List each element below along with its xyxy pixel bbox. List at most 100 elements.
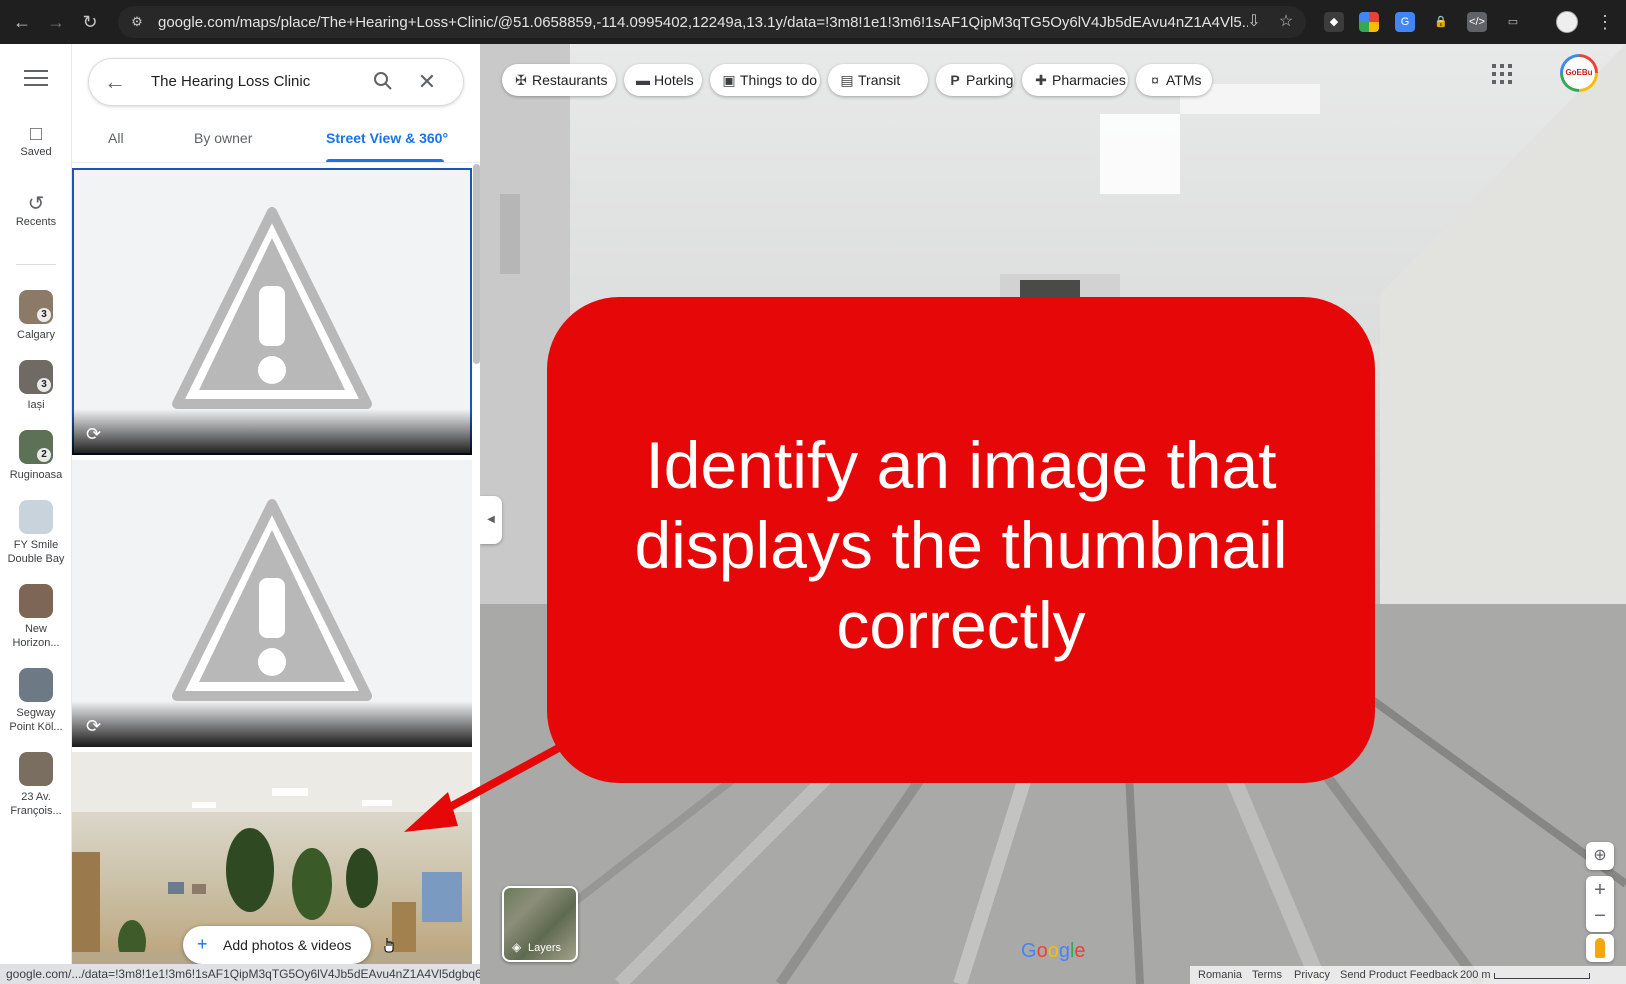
tabs-divider (72, 162, 480, 163)
recent-label: FY Smile Double Bay (7, 539, 65, 565)
hand-cursor-icon (384, 938, 394, 953)
chip-atms[interactable]: ¤ ATMs (1136, 64, 1212, 96)
recent-count-badge: 2 (37, 448, 51, 462)
search-input[interactable]: The Hearing Loss Clinic (151, 73, 310, 90)
devtools-extension-icon[interactable]: </> (1467, 12, 1487, 32)
extension-shield-icon[interactable]: ◆ (1324, 12, 1344, 32)
extensions-puzzle-icon[interactable]: ▭ (1503, 12, 1523, 32)
browser-profile-avatar[interactable] (1556, 11, 1578, 33)
menu-icon[interactable] (24, 70, 48, 88)
atm-icon: ¤ (1151, 72, 1159, 88)
side-panel: ← The Hearing Loss Clinic ✕ All By owner… (72, 44, 480, 984)
site-settings-icon[interactable]: ⚙ (128, 13, 146, 31)
search-icon[interactable] (371, 71, 395, 95)
recent-item[interactable]: 3 Calgary (0, 290, 72, 342)
chip-restaurants[interactable]: ✠ Restaurants (502, 64, 616, 96)
panel-scrollbar[interactable] (473, 164, 480, 364)
recents-button[interactable]: ↺ Recents (0, 192, 72, 228)
saved-button[interactable]: □ Saved (0, 122, 72, 158)
recent-item[interactable]: FY Smile Double Bay (0, 500, 72, 566)
browser-toolbar: ← → ↻ ⚙ google.com/maps/place/The+Hearin… (0, 0, 1626, 44)
browser-menu-icon[interactable]: ⋮ (1596, 10, 1614, 34)
back-arrow-icon[interactable]: ← (103, 71, 127, 95)
install-app-icon[interactable]: ⇩ (1244, 12, 1264, 32)
street-view-map[interactable]: ◀ ✠ Restaurants ▬ Hotels ▣ Things to do ▤ Trans… (480, 44, 1626, 984)
recent-thumbnail: 2 (19, 430, 53, 464)
camera-icon: ▣ (722, 72, 736, 88)
google-logo: Google (1021, 940, 1086, 962)
google-apps-icon[interactable] (1492, 64, 1512, 84)
extension-color-icon[interactable] (1359, 12, 1379, 32)
recent-label: New Horizon... (12, 623, 60, 649)
bed-icon: ▬ (636, 72, 650, 88)
chip-label: Pharmacies (1052, 72, 1126, 88)
layers-button[interactable]: ◈ Layers (502, 886, 578, 962)
recent-item[interactable]: 2 Ruginoasa (0, 430, 72, 482)
recent-item[interactable]: 23 Av. François... (0, 752, 72, 818)
translate-icon[interactable]: G (1395, 12, 1415, 32)
recent-label: Iași (27, 399, 45, 411)
photo-gradient (72, 409, 472, 455)
recent-item[interactable]: New Horizon... (0, 584, 72, 650)
callout-text: Identify an image that displays the thum… (634, 428, 1288, 662)
search-box[interactable]: ← The Hearing Loss Clinic ✕ (88, 58, 464, 106)
chip-things-to-do[interactable]: ▣ Things to do (710, 64, 820, 96)
footer-scale-label[interactable]: 200 m (1460, 969, 1491, 981)
bookmark-star-icon[interactable]: ☆ (1276, 12, 1296, 32)
my-location-icon[interactable]: ⊕ (1586, 842, 1614, 870)
recent-label: Calgary (17, 329, 55, 341)
add-photos-videos-button[interactable]: + Add photos & videos (183, 926, 371, 964)
forward-arrow-icon[interactable]: → (44, 10, 68, 34)
scale-bar (1494, 973, 1590, 979)
address-bar[interactable]: ⚙ google.com/maps/place/The+Hearing+Loss… (118, 6, 1306, 38)
zoom-out-button[interactable]: − (1586, 904, 1614, 932)
train-icon: ▤ (840, 72, 854, 88)
recent-thumbnail (19, 584, 53, 618)
street-view-photo-broken-2[interactable]: ⟳ (72, 460, 472, 747)
map-footer: Romania Terms Privacy Send Product Feedb… (1190, 966, 1626, 984)
add-photos-label: Add photos & videos (223, 937, 352, 953)
tab-all[interactable]: All (108, 130, 124, 146)
clear-search-icon[interactable]: ✕ (415, 69, 439, 94)
history-icon: ↺ (27, 193, 45, 215)
layers-icon: ◈ (512, 940, 522, 954)
account-avatar[interactable]: GoEBu (1560, 54, 1598, 92)
chip-label: Parking (966, 72, 1014, 88)
footer-feedback[interactable]: Send Product Feedback (1340, 969, 1458, 981)
street-view-photo-broken-1[interactable]: ⟳ (72, 168, 472, 455)
recent-thumbnail: 3 (19, 360, 53, 394)
saved-label: Saved (20, 146, 52, 158)
footer-terms[interactable]: Terms (1252, 969, 1282, 981)
zoom-in-button[interactable]: + (1586, 876, 1614, 904)
chip-transit[interactable]: ▤ Transit (828, 64, 928, 96)
fork-knife-icon: ✠ (515, 72, 527, 88)
reload-icon[interactable]: ↻ (78, 10, 102, 34)
footer-privacy[interactable]: Privacy (1294, 969, 1330, 981)
recent-count-badge: 3 (37, 308, 51, 322)
bookmark-icon: □ (29, 123, 43, 145)
recents-label: Recents (15, 216, 57, 228)
tab-by-owner[interactable]: By owner (194, 130, 252, 146)
recent-thumbnail (19, 668, 53, 702)
recent-item[interactable]: 3 Iași (0, 360, 72, 412)
chip-label: ATMs (1166, 72, 1202, 88)
tab-street-view-360[interactable]: Street View & 360° (326, 130, 448, 146)
back-arrow-icon[interactable]: ← (10, 10, 34, 34)
chip-pharmacies[interactable]: ✚ Pharmacies (1022, 64, 1128, 96)
url-text[interactable]: google.com/maps/place/The+Hearing+Loss+C… (158, 14, 1248, 31)
left-rail: □ Saved ↺ Recents 3 Calgary 3 Iași 2 Ruginoas… (0, 44, 72, 984)
pegman-icon[interactable] (1586, 934, 1614, 962)
callout-arrow (404, 740, 570, 832)
chip-label: Hotels (654, 72, 694, 88)
recent-count-badge: 3 (37, 378, 51, 392)
recent-label: 23 Av. François... (10, 791, 62, 817)
chip-hotels[interactable]: ▬ Hotels (624, 64, 702, 96)
recent-thumbnail: 3 (19, 290, 53, 324)
collapse-panel-button[interactable]: ◀ (480, 496, 502, 544)
recent-item[interactable]: Segway Point Köl... (0, 668, 72, 734)
plus-icon: + (197, 934, 208, 954)
chip-parking[interactable]: P Parking (936, 64, 1014, 96)
lock-extension-icon[interactable]: 🔒 (1431, 12, 1451, 32)
recent-thumbnail (19, 752, 53, 786)
recent-label: Ruginoasa (9, 469, 63, 481)
